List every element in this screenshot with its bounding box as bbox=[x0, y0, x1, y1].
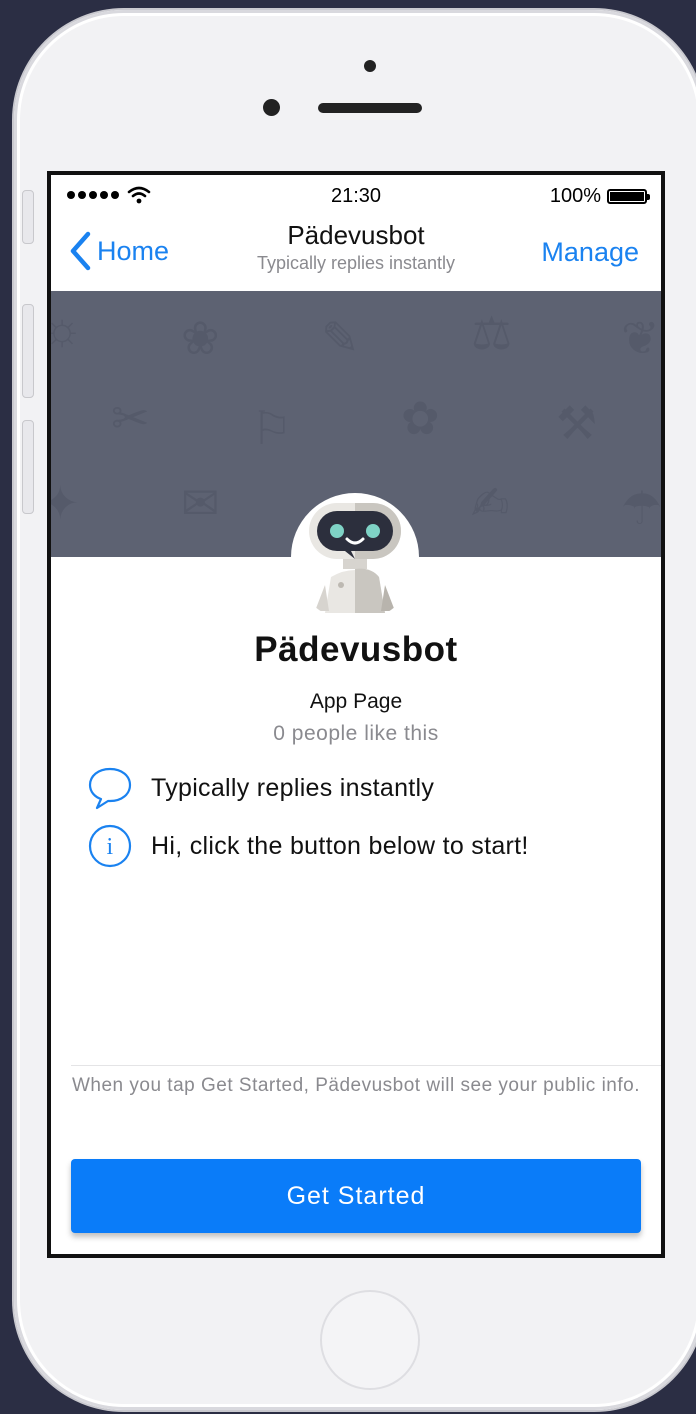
info-icon: i bbox=[88, 824, 132, 868]
pattern-icon: ⚐ bbox=[251, 402, 293, 454]
pattern-icon: ❦ bbox=[621, 312, 660, 364]
battery-icon bbox=[607, 189, 650, 204]
pattern-icon: ✂ bbox=[111, 392, 150, 444]
manage-button[interactable]: Manage bbox=[541, 237, 639, 268]
likes-count: 0 people like this bbox=[273, 722, 439, 745]
battery-percent: 100% bbox=[549, 185, 601, 207]
page-type: App Page bbox=[309, 690, 403, 713]
info-text: Hi, click the button below to start! bbox=[151, 831, 529, 860]
bot-avatar[interactable] bbox=[291, 493, 419, 621]
get-started-button[interactable]: Get Started bbox=[71, 1159, 641, 1233]
info-text: Typically replies instantly bbox=[151, 773, 435, 802]
pattern-icon: ⚒ bbox=[556, 397, 598, 449]
proximity-sensor bbox=[364, 60, 376, 72]
front-camera bbox=[263, 99, 280, 116]
profile-section: Pädevusbot App Page 0 people like this bbox=[51, 630, 661, 746]
mute-switch bbox=[22, 190, 34, 244]
robot-icon bbox=[309, 503, 401, 613]
home-button[interactable] bbox=[320, 1290, 420, 1390]
earpiece-speaker bbox=[318, 103, 422, 113]
pattern-icon: ☼ bbox=[51, 301, 83, 355]
bot-name: Pädevusbot bbox=[254, 630, 458, 669]
info-row-response: Typically replies instantly bbox=[87, 765, 434, 811]
pattern-icon: ✎ bbox=[321, 312, 360, 364]
info-row-greeting: i Hi, click the button below to start! bbox=[87, 823, 529, 869]
volume-up-button bbox=[22, 304, 34, 398]
navigation-bar: Home Pädevusbot Typically replies instan… bbox=[51, 215, 661, 291]
pattern-icon: ✦ bbox=[51, 476, 80, 530]
pattern-icon: ⚖ bbox=[471, 307, 513, 359]
privacy-notice: When you tap Get Started, Pädevusbot wil… bbox=[71, 1075, 641, 1096]
chat-bubble-icon bbox=[88, 767, 132, 810]
pattern-icon: ❀ bbox=[181, 312, 220, 364]
volume-down-button bbox=[22, 420, 34, 514]
pattern-icon: ☂ bbox=[621, 482, 661, 534]
phone-screen: 21:30 100% Home Pädevusbot Typically rep… bbox=[47, 171, 665, 1258]
svg-text:i: i bbox=[107, 834, 114, 860]
divider bbox=[71, 1065, 661, 1066]
battery-indicator: 100% bbox=[549, 185, 650, 208]
pattern-icon: ✉ bbox=[181, 477, 220, 529]
status-bar: 21:30 100% bbox=[51, 175, 661, 215]
pattern-icon: ✍ bbox=[471, 477, 510, 529]
pattern-icon: ✿ bbox=[401, 392, 440, 444]
